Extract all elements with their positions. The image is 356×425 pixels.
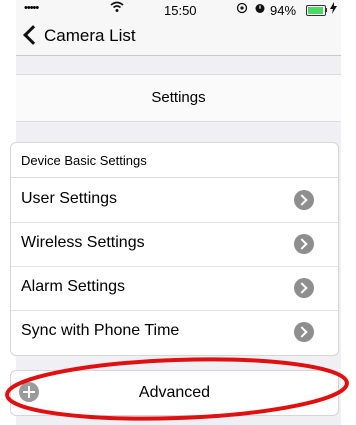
settings-row-alarm-settings[interactable]: Alarm Settings [11,266,338,311]
navigation-bar: Camera List [16,20,341,56]
page-title: Settings [151,89,206,106]
chevron-left-icon[interactable] [23,25,43,45]
row-label: User Settings [21,190,118,207]
battery-level-fill [308,7,324,14]
signal-strength-icon: ••••• [24,2,39,14]
row-label: Alarm Settings [21,278,126,295]
wifi-icon [110,1,124,16]
settings-row-user-settings[interactable]: User Settings [11,178,338,223]
section-header-label: Device Basic Settings [21,153,147,168]
section-header: Device Basic Settings [11,143,338,178]
row-label: Sync with Phone Time [21,322,180,339]
status-time: 15:50 [164,3,197,18]
chevron-right-icon[interactable] [294,322,314,342]
row-label: Wireless Settings [21,234,145,251]
alarm-icon [254,2,266,17]
chevron-right-icon[interactable] [294,190,314,210]
device-basic-settings-card: Device Basic Settings User Settings Wire… [10,142,339,356]
settings-row-wireless-settings[interactable]: Wireless Settings [11,222,338,267]
battery-cap [325,8,327,12]
advanced-label: Advanced [138,384,211,401]
rotation-lock-icon [236,2,248,17]
chevron-right-icon[interactable] [294,234,314,254]
status-bar: ••••• 15:50 94% [16,0,341,20]
back-label[interactable]: Camera List [44,26,136,46]
settings-row-sync-phone-time[interactable]: Sync with Phone Time [11,310,338,354]
battery-icon [306,5,326,16]
battery-percent: 94% [270,3,297,18]
advanced-button[interactable]: Advanced [10,370,339,416]
page-header: Settings [16,74,341,122]
charging-icon [330,2,337,17]
chevron-right-icon[interactable] [294,278,314,298]
